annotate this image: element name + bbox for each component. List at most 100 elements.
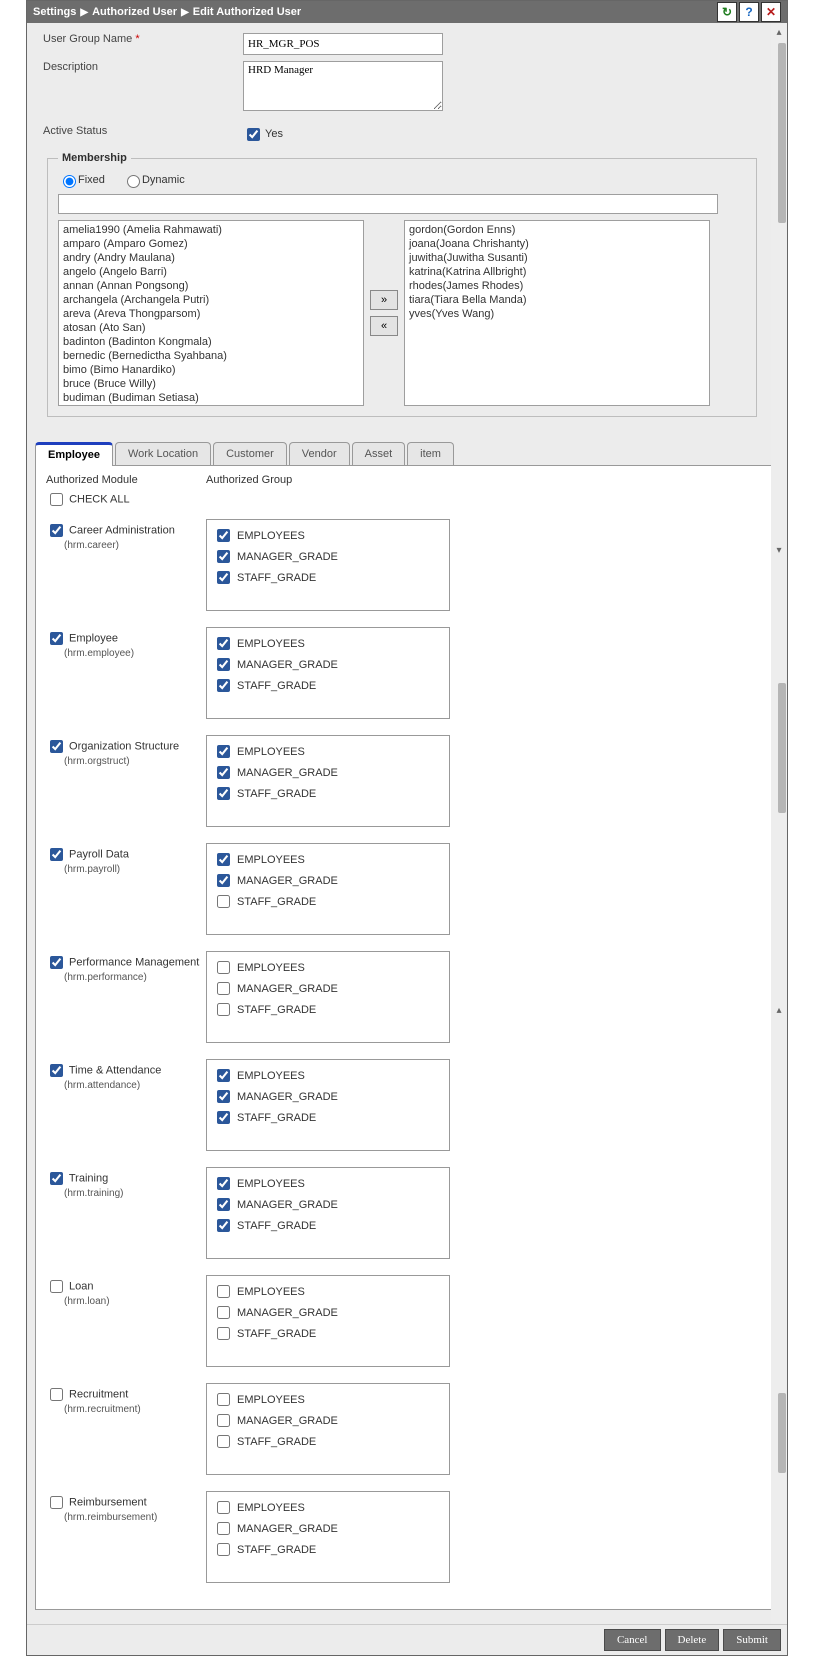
list-item[interactable]: amparo (Amparo Gomez) — [61, 237, 361, 251]
list-item[interactable]: badinton (Badinton Kongmala) — [61, 335, 361, 349]
group-checkbox[interactable] — [217, 1522, 230, 1535]
tab-item[interactable]: item — [407, 442, 454, 465]
tab-work-location[interactable]: Work Location — [115, 442, 211, 465]
module-checkbox[interactable] — [50, 632, 63, 645]
membership-legend: Membership — [58, 152, 131, 164]
group-checkbox[interactable] — [217, 1435, 230, 1448]
module-checkbox[interactable] — [50, 740, 63, 753]
list-item[interactable]: cadeo1975 (Cadeo Tam) — [61, 405, 361, 406]
group-checkbox[interactable] — [217, 1414, 230, 1427]
group-checkbox[interactable] — [217, 1501, 230, 1514]
group-checkbox[interactable] — [217, 679, 230, 692]
list-item[interactable]: areva (Areva Thongparsom) — [61, 307, 361, 321]
list-item[interactable]: juwitha(Juwitha Susanti) — [407, 251, 707, 265]
tab-vendor[interactable]: Vendor — [289, 442, 350, 465]
list-item[interactable]: yves(Yves Wang) — [407, 307, 707, 321]
cancel-button[interactable]: Cancel — [604, 1629, 661, 1651]
group-label: STAFF_GRADE — [237, 572, 316, 584]
list-item[interactable]: katrina(Katrina Allbright) — [407, 265, 707, 279]
list-item[interactable]: budiman (Budiman Setiasa) — [61, 391, 361, 405]
module-checkbox[interactable] — [50, 956, 63, 969]
group-checkbox[interactable] — [217, 787, 230, 800]
scroll-thumb[interactable] — [778, 1393, 786, 1473]
list-item[interactable]: archangela (Archangela Putri) — [61, 293, 361, 307]
available-users-listbox[interactable]: amelia1990 (Amelia Rahmawati)amparo (Amp… — [58, 220, 364, 406]
membership-search-input[interactable] — [58, 194, 718, 214]
list-item[interactable]: gordon(Gordon Enns) — [407, 223, 707, 237]
scroll-up-icon[interactable]: ▴ — [772, 25, 786, 39]
group-checkbox[interactable] — [217, 1198, 230, 1211]
group-checkbox[interactable] — [217, 1003, 230, 1016]
module-checkbox[interactable] — [50, 1388, 63, 1401]
list-item[interactable]: amelia1990 (Amelia Rahmawati) — [61, 223, 361, 237]
group-checkbox[interactable] — [217, 874, 230, 887]
list-item[interactable]: bernedic (Bernedictha Syahbana) — [61, 349, 361, 363]
group-checkbox[interactable] — [217, 961, 230, 974]
group-checkbox[interactable] — [217, 895, 230, 908]
module-checkbox[interactable] — [50, 524, 63, 537]
tab-employee[interactable]: Employee — [35, 442, 113, 466]
user-group-name-input[interactable] — [243, 33, 443, 55]
module-checkbox[interactable] — [50, 1280, 63, 1293]
group-checkbox[interactable] — [217, 1090, 230, 1103]
tab-customer[interactable]: Customer — [213, 442, 287, 465]
group-checkbox[interactable] — [217, 550, 230, 563]
tabs: EmployeeWork LocationCustomerVendorAsset… — [35, 441, 787, 466]
refresh-button[interactable]: ↻ — [717, 2, 737, 22]
chevron-down-icon[interactable]: ▾ — [772, 543, 786, 557]
list-item[interactable]: bimo (Bimo Hanardiko) — [61, 363, 361, 377]
selected-users-listbox[interactable]: gordon(Gordon Enns)joana(Joana Chrishant… — [404, 220, 710, 406]
module-checkbox[interactable] — [50, 1496, 63, 1509]
delete-button[interactable]: Delete — [665, 1629, 720, 1651]
group-checkbox[interactable] — [217, 658, 230, 671]
group-checkbox[interactable] — [217, 1177, 230, 1190]
group-checkbox[interactable] — [217, 1393, 230, 1406]
authorized-group-box: EMPLOYEESMANAGER_GRADESTAFF_GRADE — [206, 519, 450, 611]
group-checkbox[interactable] — [217, 1327, 230, 1340]
list-item[interactable]: annan (Annan Pongsong) — [61, 279, 361, 293]
group-checkbox[interactable] — [217, 1285, 230, 1298]
group-checkbox[interactable] — [217, 1219, 230, 1232]
move-right-button[interactable]: » — [370, 290, 398, 310]
move-left-button[interactable]: « — [370, 316, 398, 336]
group-checkbox[interactable] — [217, 1111, 230, 1124]
list-item[interactable]: angelo (Angelo Barri) — [61, 265, 361, 279]
group-checkbox[interactable] — [217, 766, 230, 779]
membership-fixed-radio[interactable] — [63, 175, 76, 188]
close-button[interactable]: ✕ — [761, 2, 781, 22]
group-checkbox[interactable] — [217, 745, 230, 758]
description-label: Description — [43, 61, 243, 111]
check-all-checkbox[interactable] — [50, 493, 63, 506]
list-item[interactable]: rhodes(James Rhodes) — [407, 279, 707, 293]
group-checkbox[interactable] — [217, 982, 230, 995]
group-checkbox[interactable] — [217, 637, 230, 650]
active-status-checkbox[interactable] — [247, 128, 260, 141]
group-label: MANAGER_GRADE — [237, 1091, 338, 1103]
chevron-up-icon[interactable]: ▴ — [772, 1003, 786, 1017]
list-item[interactable]: joana(Joana Chrishanty) — [407, 237, 707, 251]
group-checkbox[interactable] — [217, 571, 230, 584]
list-item[interactable]: andry (Andry Maulana) — [61, 251, 361, 265]
group-checkbox[interactable] — [217, 1069, 230, 1082]
list-item[interactable]: tiara(Tiara Bella Manda) — [407, 293, 707, 307]
scroll-thumb[interactable] — [778, 43, 786, 223]
scrollbar[interactable]: ▴ ▾ ▴ — [771, 23, 787, 1624]
module-checkbox[interactable] — [50, 1172, 63, 1185]
tab-asset[interactable]: Asset — [352, 442, 406, 465]
module-checkbox[interactable] — [50, 848, 63, 861]
help-button[interactable]: ? — [739, 2, 759, 22]
list-item[interactable]: atosan (Ato San) — [61, 321, 361, 335]
submit-button[interactable]: Submit — [723, 1629, 781, 1651]
scroll-thumb[interactable] — [778, 683, 786, 813]
module-name: Performance Management — [66, 956, 199, 968]
group-item: STAFF_GRADE — [213, 1216, 443, 1235]
group-checkbox[interactable] — [217, 529, 230, 542]
module-code: (hrm.training) — [64, 1188, 206, 1199]
list-item[interactable]: bruce (Bruce Willy) — [61, 377, 361, 391]
group-checkbox[interactable] — [217, 1306, 230, 1319]
membership-dynamic-radio[interactable] — [127, 175, 140, 188]
module-checkbox[interactable] — [50, 1064, 63, 1077]
group-checkbox[interactable] — [217, 1543, 230, 1556]
description-textarea[interactable]: HRD Manager — [243, 61, 443, 111]
group-checkbox[interactable] — [217, 853, 230, 866]
